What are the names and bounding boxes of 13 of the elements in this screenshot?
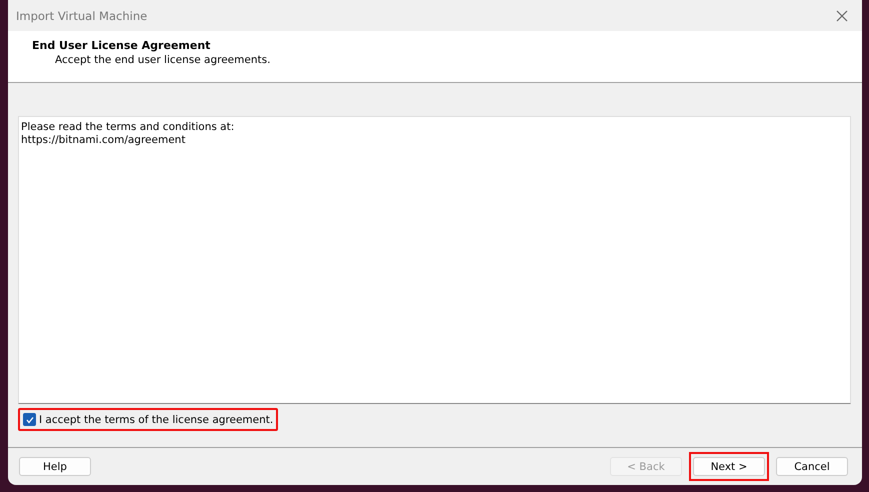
window-title: Import Virtual Machine <box>16 8 148 22</box>
license-text-line: Please read the terms and conditions at: <box>21 121 236 134</box>
dialog-button[interactable]: Help <box>19 457 91 476</box>
license-text-area[interactable]: Please read the terms and conditions at: https://bitnami.com/agreement <box>18 116 851 404</box>
dialog-button[interactable]: Next > <box>693 457 765 476</box>
page-subtitle: Accept the end user license agreements. <box>54 54 272 66</box>
dialog-button[interactable]: Cancel <box>776 457 848 476</box>
close-icon[interactable] <box>836 10 848 22</box>
accept-checkbox[interactable] <box>23 413 36 426</box>
accept-label[interactable]: I accept the terms of the license agreement. <box>39 414 274 426</box>
checkmark-icon <box>24 414 34 424</box>
page-title: End User License Agreement <box>32 39 212 52</box>
license-text-line: https://bitnami.com/agreement <box>21 134 186 147</box>
